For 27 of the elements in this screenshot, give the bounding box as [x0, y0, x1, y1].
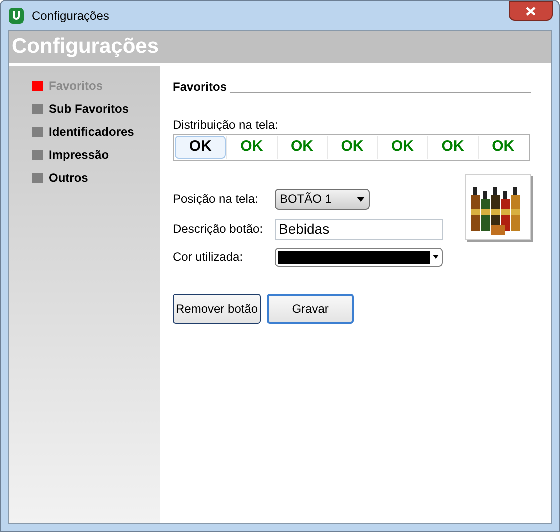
caret-icon	[357, 196, 365, 202]
description-field[interactable]: Bebidas	[275, 218, 443, 240]
action-button[interactable]: Gravar	[267, 294, 354, 324]
close-icon	[526, 6, 536, 16]
slot-button[interactable]: OK	[326, 136, 378, 159]
slot-button[interactable]: OK	[478, 136, 528, 159]
sidebar-item[interactable]: Outros	[32, 170, 160, 186]
section-title: Favoritos	[173, 79, 228, 96]
slot-button[interactable]: OK	[377, 136, 428, 159]
slot-button[interactable]: OK	[427, 136, 478, 159]
color-dropdown[interactable]	[275, 248, 443, 266]
field-label: Descrição botão:	[173, 221, 264, 238]
slot-button[interactable]: OK	[175, 136, 226, 159]
sidebar-item[interactable]: Impressão	[32, 147, 160, 163]
field-label: Distribuição na tela:	[173, 117, 280, 134]
sidebar-item[interactable]: Identificadores	[32, 124, 160, 140]
slot-button[interactable]: OK	[276, 136, 327, 159]
header-title: Configurações	[12, 34, 160, 60]
sidebar-item[interactable]: Sub Favoritos	[32, 101, 160, 117]
app-icon	[9, 8, 24, 24]
field-label: Cor utilizada:	[173, 249, 244, 266]
field-label: Posição na tela:	[173, 191, 260, 208]
position-dropdown[interactable]: BOTÃO 1	[275, 188, 370, 210]
close-button[interactable]	[509, 1, 553, 21]
window-title: Configurações	[32, 8, 110, 24]
action-button[interactable]: Remover botão	[173, 294, 262, 324]
slot-button[interactable]: OK	[226, 136, 277, 159]
